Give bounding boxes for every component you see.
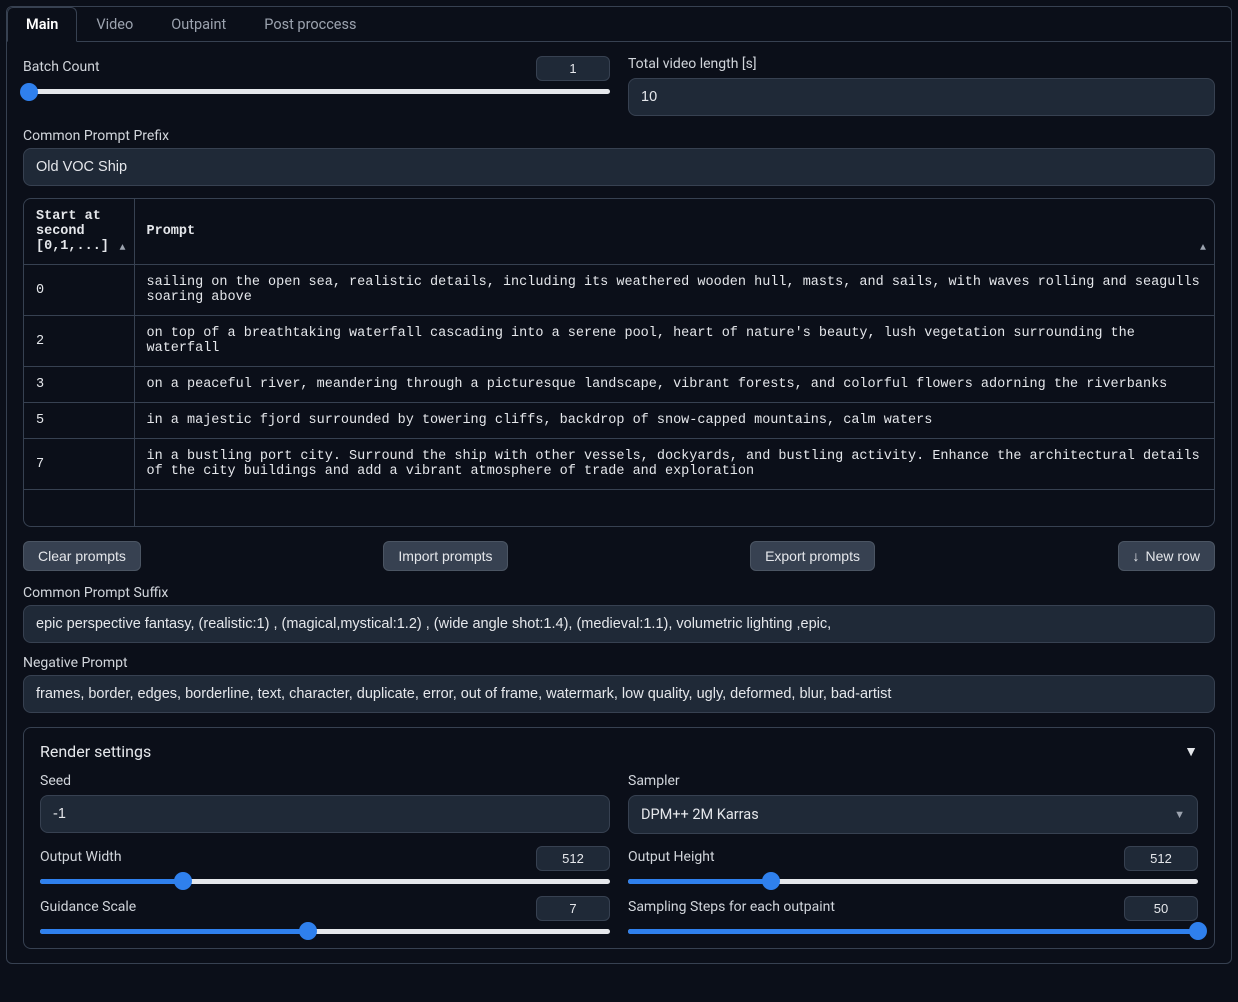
render-settings-section: Render settings ▼ Seed Sampler DPM++ 2M …: [23, 727, 1215, 949]
cell-start[interactable]: 3: [24, 367, 134, 403]
tab-main[interactable]: Main: [7, 7, 77, 42]
total-video-length-group: Total video length [s]: [628, 56, 1215, 116]
common-prefix-input[interactable]: [23, 148, 1215, 186]
tabs-bar: Main Video Outpaint Post proccess: [7, 7, 1231, 42]
sampling-steps-value[interactable]: [1124, 896, 1198, 921]
batch-count-value[interactable]: [536, 56, 610, 81]
batch-count-group: Batch Count: [23, 56, 610, 116]
negative-prompt-input[interactable]: [23, 675, 1215, 713]
output-width-label: Output Width: [40, 849, 122, 865]
export-prompts-button[interactable]: Export prompts: [750, 541, 875, 571]
guidance-scale-slider[interactable]: [40, 929, 610, 934]
total-video-length-input[interactable]: [628, 78, 1215, 116]
col-header-prompt[interactable]: Prompt ▲: [134, 199, 1214, 265]
render-settings-title: Render settings: [40, 742, 151, 761]
cell-prompt[interactable]: on top of a breathtaking waterfall casca…: [134, 316, 1214, 367]
clear-prompts-button[interactable]: Clear prompts: [23, 541, 141, 571]
collapse-icon[interactable]: ▼: [1184, 743, 1198, 760]
batch-count-slider[interactable]: [23, 89, 610, 94]
guidance-scale-value[interactable]: [536, 896, 610, 921]
seed-label: Seed: [40, 773, 610, 789]
output-height-label: Output Height: [628, 849, 715, 865]
output-width-slider[interactable]: [40, 879, 610, 884]
output-width-value[interactable]: [536, 846, 610, 871]
cell-start[interactable]: 2: [24, 316, 134, 367]
common-suffix-label: Common Prompt Suffix: [23, 585, 168, 601]
guidance-scale-label: Guidance Scale: [40, 899, 136, 915]
table-row[interactable]: 7in a bustling port city. Surround the s…: [24, 439, 1214, 490]
arrow-down-icon: ↓: [1133, 548, 1140, 564]
import-prompts-button[interactable]: Import prompts: [383, 541, 507, 571]
new-row-button[interactable]: ↓ New row: [1118, 541, 1215, 571]
cell-start[interactable]: 7: [24, 439, 134, 490]
sort-icon: ▲: [119, 243, 125, 254]
output-height-value[interactable]: [1124, 846, 1198, 871]
total-video-length-label: Total video length [s]: [628, 56, 1215, 72]
tab-video[interactable]: Video: [77, 7, 152, 41]
prompts-table: Start at second [0,1,...] ▲ Prompt ▲ 0sa…: [23, 198, 1215, 527]
output-height-slider[interactable]: [628, 879, 1198, 884]
tab-outpaint[interactable]: Outpaint: [152, 7, 245, 41]
cell-prompt[interactable]: on a peaceful river, meandering through …: [134, 367, 1214, 403]
sort-icon: ▲: [1200, 243, 1206, 254]
sampling-steps-label: Sampling Steps for each outpaint: [628, 899, 835, 915]
cell-start[interactable]: 5: [24, 403, 134, 439]
chevron-down-icon: ▼: [1174, 808, 1185, 821]
table-row[interactable]: 5in a majestic fjord surrounded by tower…: [24, 403, 1214, 439]
table-row[interactable]: 3on a peaceful river, meandering through…: [24, 367, 1214, 403]
sampler-label: Sampler: [628, 773, 1198, 789]
sampler-select[interactable]: DPM++ 2M Karras ▼: [628, 795, 1198, 834]
col-header-start[interactable]: Start at second [0,1,...] ▲: [24, 199, 134, 265]
batch-count-label: Batch Count: [23, 59, 100, 75]
table-row[interactable]: 2on top of a breathtaking waterfall casc…: [24, 316, 1214, 367]
negative-prompt-label: Negative Prompt: [23, 655, 128, 671]
table-row[interactable]: 0sailing on the open sea, realistic deta…: [24, 265, 1214, 316]
cell-start[interactable]: 0: [24, 265, 134, 316]
common-prefix-label: Common Prompt Prefix: [23, 128, 169, 144]
cell-prompt[interactable]: in a majestic fjord surrounded by toweri…: [134, 403, 1214, 439]
cell-prompt[interactable]: sailing on the open sea, realistic detai…: [134, 265, 1214, 316]
sampling-steps-slider[interactable]: [628, 929, 1198, 934]
seed-input[interactable]: [40, 795, 610, 833]
table-row-empty[interactable]: [24, 490, 1214, 526]
common-suffix-input[interactable]: [23, 605, 1215, 643]
tab-post-process[interactable]: Post proccess: [245, 7, 375, 41]
cell-prompt[interactable]: in a bustling port city. Surround the sh…: [134, 439, 1214, 490]
